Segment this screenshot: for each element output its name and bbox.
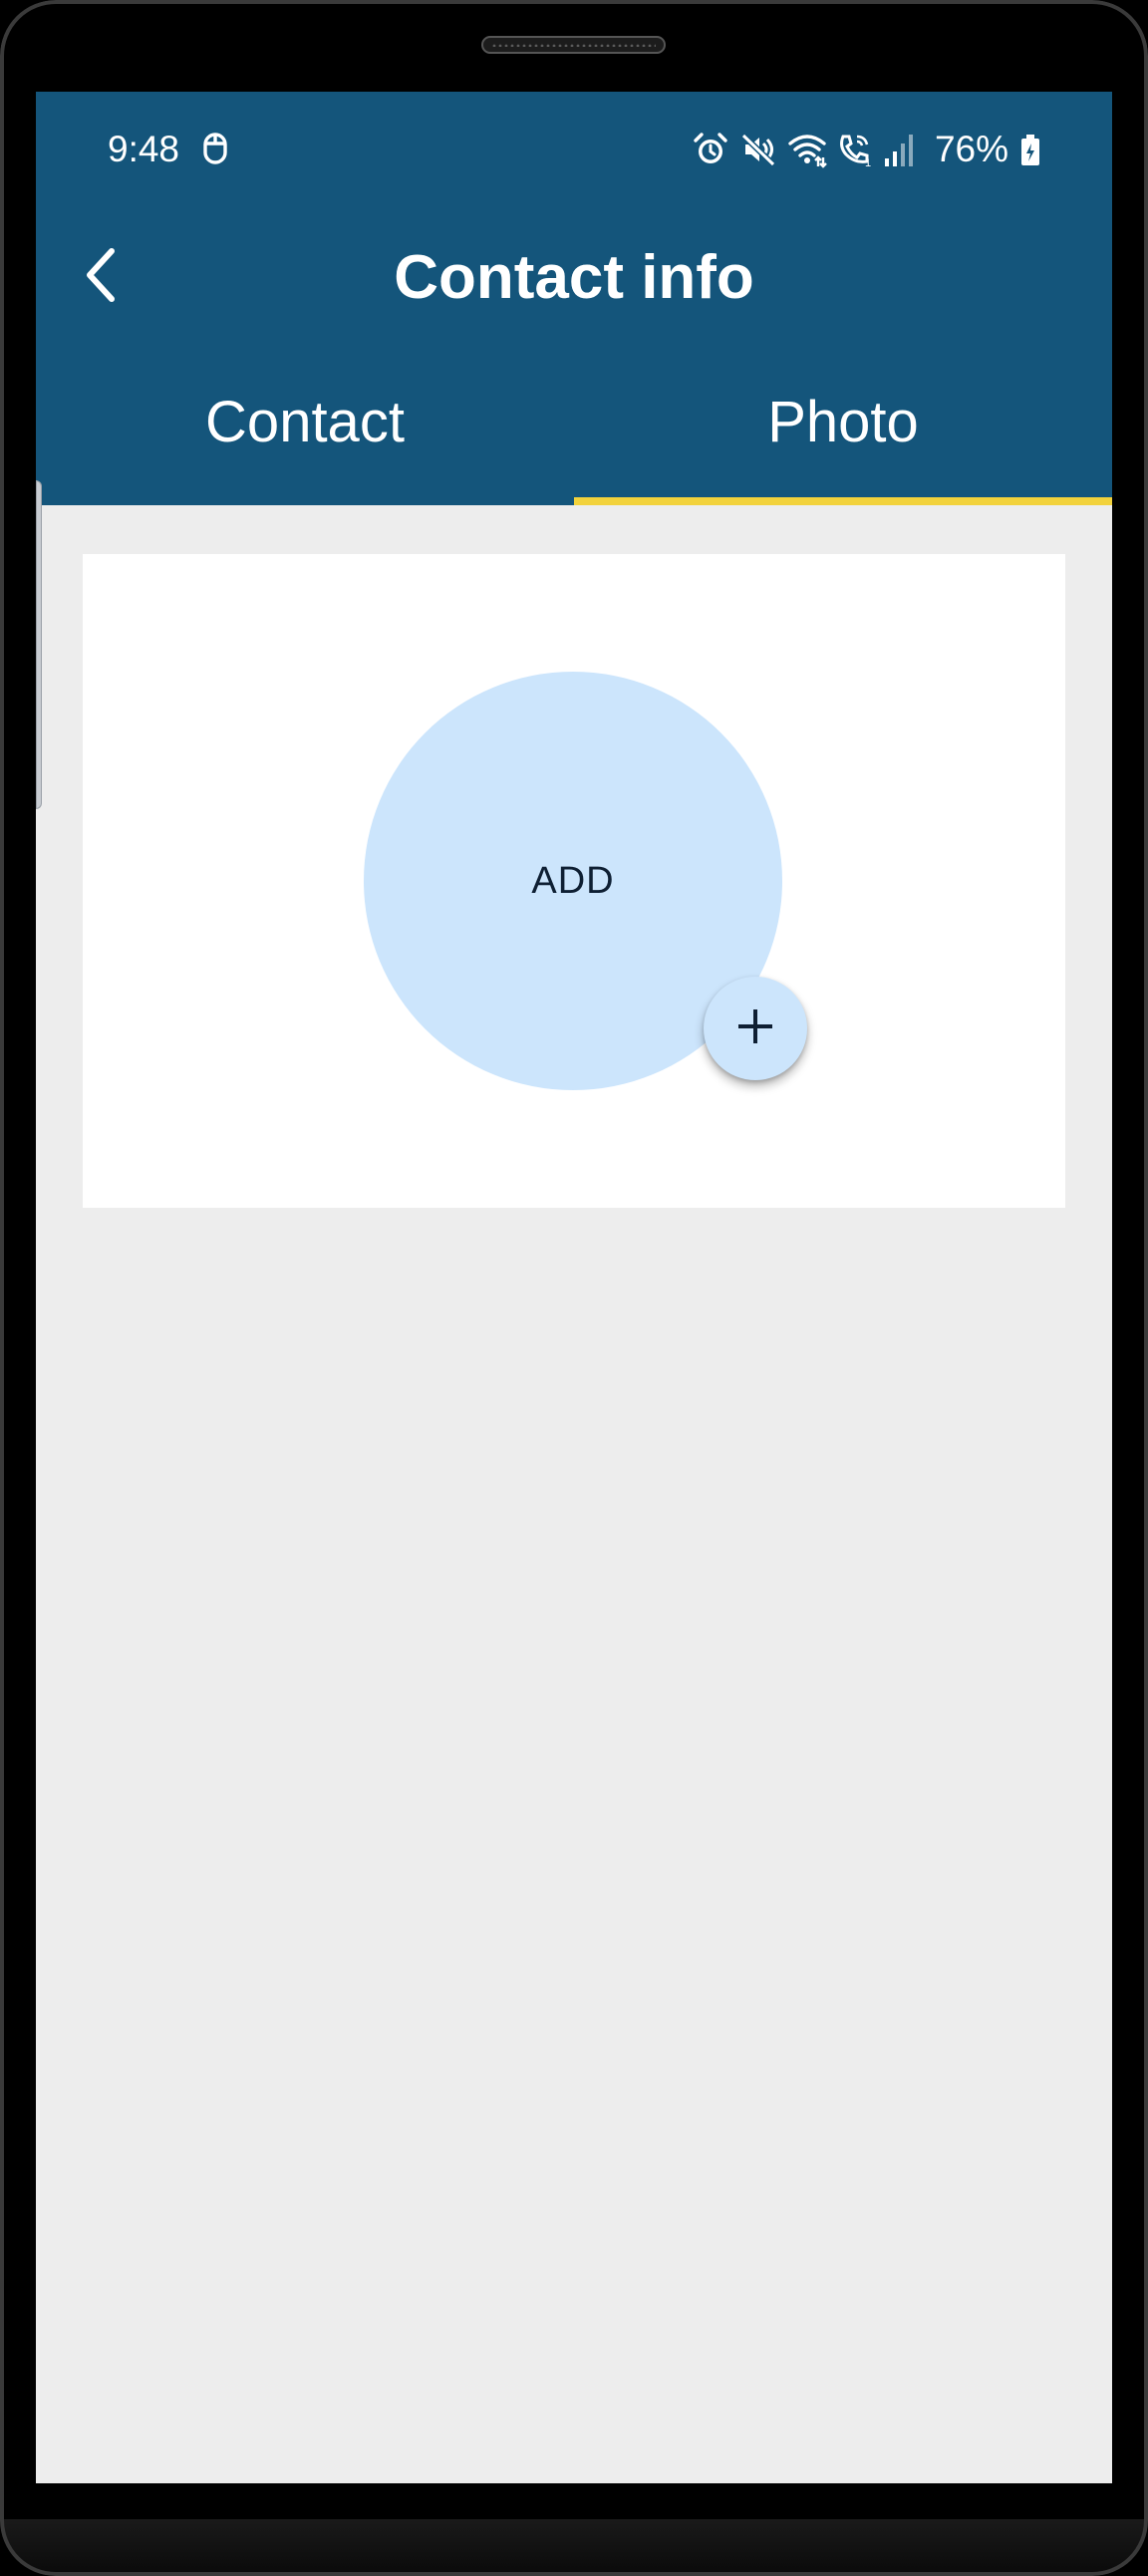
- battery-charging-icon: [1018, 131, 1042, 168]
- add-photo-label: ADD: [531, 859, 615, 902]
- toolbar: Contact info: [36, 211, 1112, 346]
- mute-icon: [739, 131, 777, 168]
- earpiece-speaker: [481, 36, 666, 54]
- tab-contact-label: Contact: [205, 389, 405, 454]
- tab-photo[interactable]: Photo: [574, 346, 1112, 505]
- photo-card: ADD: [83, 554, 1065, 1208]
- page-title: Contact info: [394, 243, 754, 312]
- status-bar: 9:48 1 76%: [36, 92, 1112, 211]
- plus-icon: [735, 1006, 775, 1051]
- notification-icon: [200, 132, 230, 165]
- tab-photo-label: Photo: [767, 389, 919, 454]
- device-bottom-bezel: [0, 2519, 1148, 2576]
- wifi-calling-icon: 1: [835, 131, 873, 169]
- wifi-icon: [787, 131, 827, 168]
- battery-percent: 76%: [934, 129, 1008, 169]
- signal-icon: [883, 131, 921, 168]
- tab-selected-indicator: [574, 497, 1112, 505]
- edge-panel-handle[interactable]: [36, 480, 42, 809]
- tab-contact[interactable]: Contact: [36, 346, 574, 505]
- svg-text:1: 1: [865, 157, 871, 168]
- add-photo-button[interactable]: [704, 977, 807, 1080]
- tab-bar: Contact Photo: [36, 346, 1112, 505]
- status-time: 9:48: [108, 129, 180, 169]
- phone-frame: 9:48 1 76% Contact info Contact Photo AD…: [0, 0, 1148, 2576]
- app-header: 9:48 1 76% Contact info Contact Photo: [36, 92, 1112, 505]
- screen: 9:48 1 76% Contact info Contact Photo AD…: [36, 92, 1112, 2483]
- alarm-icon: [692, 131, 729, 168]
- status-icons: 1 76%: [692, 128, 1042, 171]
